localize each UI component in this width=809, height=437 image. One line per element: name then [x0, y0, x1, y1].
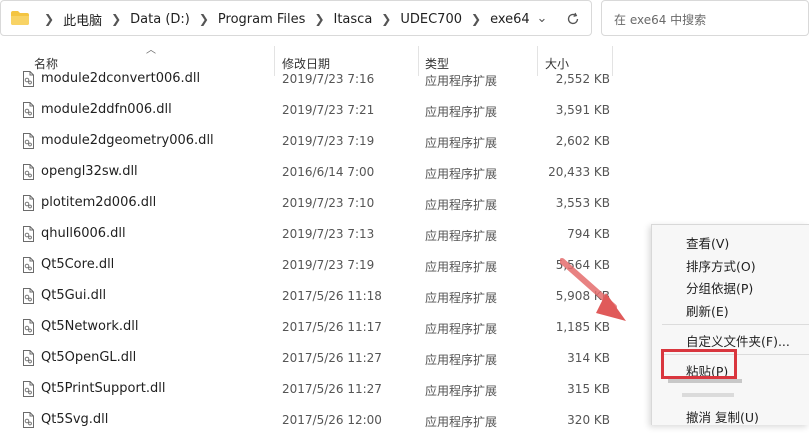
file-date: 2019/7/23 7:10 [282, 196, 375, 210]
file-row[interactable]: plotitem2d006.dll 2019/7/23 7:10 应用程序扩展 3,5… [0, 189, 640, 220]
file-row[interactable]: qhull6006.dll 2019/7/23 7:13 应用程序扩展 794 KB [0, 220, 640, 251]
file-type: 应用程序扩展 [425, 105, 498, 119]
file-row[interactable]: Qt5PrintSupport.dll 2017/5/26 11:27 应用程序扩展… [0, 375, 640, 406]
breadcrumb-udec700[interactable]: UDEC700 [400, 12, 462, 27]
file-date: 2019/7/23 7:21 [282, 103, 375, 117]
search-box[interactable]: 在 exe64 中搜索 [601, 0, 809, 36]
menu-separator [662, 324, 809, 325]
file-row[interactable]: module2ddfn006.dll 2019/7/23 7:21 应用程序扩展 3,… [0, 96, 640, 127]
file-type: 应用程序扩展 [425, 415, 498, 429]
file-size: 315 KB [567, 382, 610, 396]
file-name: module2ddfn006.dll [41, 102, 172, 117]
dll-file-icon [23, 195, 34, 211]
dll-file-icon [23, 381, 34, 397]
context-menu: 查看(V) 排序方式(O) 分组依据(P) 刷新(E) 自定义文件夹(F)...… [651, 224, 809, 425]
file-row[interactable]: Qt5Core.dll 2019/7/23 7:19 应用程序扩展 5,564 KB [0, 251, 640, 282]
dll-file-icon [23, 71, 34, 87]
file-name: Qt5Network.dll [41, 319, 139, 334]
menu-item-undo-copy[interactable]: 撤消 复制(U) [686, 407, 759, 426]
breadcrumb-itasca[interactable]: Itasca [334, 12, 373, 27]
file-size: 3,591 KB [555, 103, 610, 117]
chevron-right-icon[interactable]: ❯ [199, 12, 209, 26]
dll-file-icon [23, 133, 34, 149]
file-size: 794 KB [567, 227, 610, 241]
blurred-menu-item [682, 393, 734, 397]
dll-file-icon [23, 226, 34, 242]
file-name: plotitem2d006.dll [41, 195, 157, 210]
dll-file-icon [23, 412, 34, 428]
annotation-arrow-icon [560, 258, 626, 321]
file-name: module2dgeometry006.dll [41, 133, 214, 148]
breadcrumb-this-pc[interactable]: 此电脑 [63, 10, 102, 29]
dll-file-icon [23, 164, 34, 180]
chevron-down-icon[interactable]: ⌄ [533, 10, 551, 28]
file-row[interactable]: Qt5OpenGL.dll 2017/5/26 11:27 应用程序扩展 314 KB [0, 344, 640, 375]
folder-icon [11, 11, 29, 25]
breadcrumb-data-drive[interactable]: Data (D:) [130, 12, 190, 27]
menu-item-customize-folder[interactable]: 自定义文件夹(F)... [686, 331, 790, 350]
file-row[interactable]: module2dconvert006.dll 2019/7/23 7:16 应用程序… [0, 65, 640, 96]
breadcrumb-exe64[interactable]: exe64 [490, 12, 530, 27]
file-type: 应用程序扩展 [425, 198, 498, 212]
file-date: 2017/5/26 11:27 [282, 382, 382, 396]
file-name: opengl32sw.dll [41, 164, 138, 179]
file-size: 2,602 KB [555, 134, 610, 148]
file-date: 2017/5/26 11:17 [282, 320, 382, 334]
file-row[interactable]: module2dgeometry006.dll 2019/7/23 7:19 应用程… [0, 127, 640, 158]
file-name: Qt5PrintSupport.dll [41, 381, 166, 396]
file-type: 应用程序扩展 [425, 353, 498, 367]
menu-item-refresh[interactable]: 刷新(E) [686, 301, 729, 320]
chevron-right-icon[interactable]: ❯ [314, 12, 324, 26]
file-name: Qt5Core.dll [41, 257, 115, 272]
file-type: 应用程序扩展 [425, 384, 498, 398]
file-name: qhull6006.dll [41, 226, 126, 241]
file-date: 2019/7/23 7:13 [282, 227, 375, 241]
dll-file-icon [23, 288, 34, 304]
address-bar[interactable]: ❯ 此电脑 ❯ Data (D:) ❯ Program Files ❯ Itas… [0, 0, 592, 36]
file-size: 314 KB [567, 351, 610, 365]
file-name: Qt5OpenGL.dll [41, 350, 137, 365]
highlight-box [661, 349, 737, 379]
chevron-right-icon[interactable]: ❯ [44, 12, 54, 26]
file-date: 2017/5/26 11:18 [282, 289, 382, 303]
file-type: 应用程序扩展 [425, 229, 498, 243]
file-size: 3,553 KB [555, 196, 610, 210]
blurred-menu-item [668, 379, 742, 383]
breadcrumb-program-files[interactable]: Program Files [218, 12, 306, 27]
file-row[interactable]: Qt5Svg.dll 2017/5/26 12:00 应用程序扩展 320 KB [0, 406, 640, 437]
file-date: 2016/6/14 7:00 [282, 165, 375, 179]
file-size: 2,552 KB [555, 72, 610, 86]
file-date: 2017/5/26 11:27 [282, 351, 382, 365]
file-row[interactable]: Qt5Gui.dll 2017/5/26 11:18 应用程序扩展 5,908 KB [0, 282, 640, 313]
file-size: 20,433 KB [548, 165, 610, 179]
file-row[interactable]: opengl32sw.dll 2016/6/14 7:00 应用程序扩展 20,433… [0, 158, 640, 189]
file-date: 2019/7/23 7:19 [282, 258, 375, 272]
file-name: module2dconvert006.dll [41, 71, 201, 86]
file-date: 2019/7/23 7:16 [282, 72, 375, 86]
chevron-right-icon[interactable]: ❯ [111, 12, 121, 26]
file-date: 2019/7/23 7:19 [282, 134, 375, 148]
file-type: 应用程序扩展 [425, 260, 498, 274]
file-type: 应用程序扩展 [425, 322, 498, 336]
dll-file-icon [23, 257, 34, 273]
dll-file-icon [23, 319, 34, 335]
chevron-right-icon[interactable]: ❯ [381, 12, 391, 26]
file-type: 应用程序扩展 [425, 136, 498, 150]
menu-item-sort[interactable]: 排序方式(O) [686, 256, 756, 275]
file-type: 应用程序扩展 [425, 167, 498, 181]
menu-item-view[interactable]: 查看(V) [686, 233, 729, 252]
dll-file-icon [23, 350, 34, 366]
chevron-right-icon[interactable]: ❯ [471, 12, 481, 26]
file-row[interactable]: Qt5Network.dll 2017/5/26 11:17 应用程序扩展 1,185… [0, 313, 640, 344]
menu-item-group[interactable]: 分组依据(P) [686, 278, 753, 297]
file-type: 应用程序扩展 [425, 291, 498, 305]
file-type: 应用程序扩展 [425, 74, 498, 88]
refresh-icon[interactable] [564, 10, 582, 28]
file-name: Qt5Gui.dll [41, 288, 107, 303]
search-input[interactable]: 在 exe64 中搜索 [614, 11, 706, 28]
breadcrumb: ❯ 此电脑 ❯ Data (D:) ❯ Program Files ❯ Itas… [35, 1, 530, 37]
dll-file-icon [23, 102, 34, 118]
